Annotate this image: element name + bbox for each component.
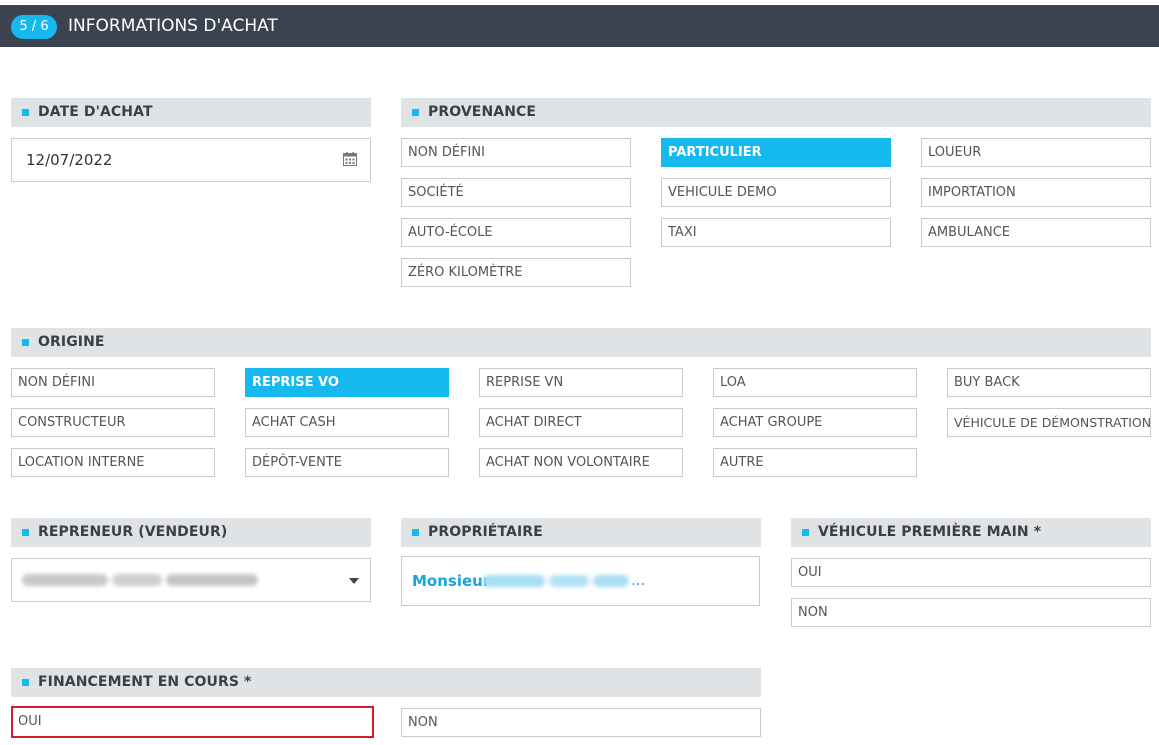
caret-down-icon[interactable] bbox=[349, 578, 359, 584]
section-label: REPRENEUR (VENDEUR) bbox=[38, 524, 228, 540]
origine-option-reprise-vo[interactable]: REPRISE VO bbox=[245, 368, 449, 397]
financement-option-non[interactable]: NON bbox=[401, 708, 761, 737]
provenance-option-ambulance[interactable]: AMBULANCE bbox=[921, 218, 1151, 247]
calendar-icon[interactable] bbox=[343, 152, 357, 166]
bullet-square-icon bbox=[22, 339, 29, 346]
provenance-option-zero-kilometre[interactable]: ZÉRO KILOMÈTRE bbox=[401, 258, 631, 287]
redacted-name bbox=[166, 574, 258, 586]
section-label: ORIGINE bbox=[38, 334, 105, 350]
redacted-owner-name bbox=[483, 575, 545, 587]
origine-option-location-interne[interactable]: LOCATION INTERNE bbox=[11, 448, 215, 477]
bullet-square-icon bbox=[22, 679, 29, 686]
owner-title: Monsieur bbox=[412, 572, 491, 590]
premiere-main-option-oui[interactable]: OUI bbox=[791, 558, 1151, 587]
origine-option-achat-cash[interactable]: ACHAT CASH bbox=[245, 408, 449, 437]
bullet-square-icon bbox=[22, 109, 29, 116]
origine-option-loa[interactable]: LOA bbox=[713, 368, 917, 397]
provenance-option-societe[interactable]: SOCIÉTÉ bbox=[401, 178, 631, 207]
origine-option-non-defini[interactable]: NON DÉFINI bbox=[11, 368, 215, 397]
section-label: FINANCEMENT EN COURS * bbox=[38, 674, 252, 690]
section-label: DATE D'ACHAT bbox=[38, 104, 153, 120]
section-origine: ORIGINE bbox=[11, 328, 1151, 357]
redacted-name bbox=[22, 574, 108, 586]
section-financement: FINANCEMENT EN COURS * bbox=[11, 668, 761, 697]
financement-option-oui[interactable]: OUI bbox=[11, 706, 374, 738]
section-label: PROVENANCE bbox=[428, 104, 537, 120]
bullet-square-icon bbox=[22, 529, 29, 536]
owner-ellipsis: ... bbox=[631, 571, 646, 589]
date-value: 12/07/2022 bbox=[26, 151, 113, 169]
section-premiere-main: VÉHICULE PREMIÈRE MAIN * bbox=[791, 518, 1151, 547]
origine-option-reprise-vn[interactable]: REPRISE VN bbox=[479, 368, 683, 397]
page-header: 5 / 6 INFORMATIONS D'ACHAT bbox=[0, 5, 1159, 47]
redacted-name bbox=[112, 574, 162, 586]
origine-option-achat-direct[interactable]: ACHAT DIRECT bbox=[479, 408, 683, 437]
repreneur-select[interactable] bbox=[11, 558, 371, 602]
origine-option-buy-back[interactable]: BUY BACK bbox=[947, 368, 1151, 397]
provenance-option-taxi[interactable]: TAXI bbox=[661, 218, 891, 247]
provenance-option-particulier[interactable]: PARTICULIER bbox=[661, 138, 891, 167]
bullet-square-icon bbox=[412, 529, 419, 536]
section-label: VÉHICULE PREMIÈRE MAIN * bbox=[818, 524, 1042, 540]
premiere-main-option-non[interactable]: NON bbox=[791, 598, 1151, 627]
provenance-option-importation[interactable]: IMPORTATION bbox=[921, 178, 1151, 207]
proprietaire-field[interactable]: Monsieur ... bbox=[401, 556, 760, 606]
step-indicator: 5 / 6 bbox=[11, 15, 57, 39]
provenance-option-vehicule-demo[interactable]: VEHICULE DEMO bbox=[661, 178, 891, 207]
origine-option-constructeur[interactable]: CONSTRUCTEUR bbox=[11, 408, 215, 437]
bullet-square-icon bbox=[412, 109, 419, 116]
bullet-square-icon bbox=[802, 529, 809, 536]
provenance-option-auto-ecole[interactable]: AUTO-ÉCOLE bbox=[401, 218, 631, 247]
section-provenance: PROVENANCE bbox=[401, 98, 1151, 127]
redacted-owner-name bbox=[549, 575, 589, 587]
section-label: PROPRIÉTAIRE bbox=[428, 524, 543, 540]
origine-option-achat-groupe[interactable]: ACHAT GROUPE bbox=[713, 408, 917, 437]
section-repreneur: REPRENEUR (VENDEUR) bbox=[11, 518, 371, 547]
provenance-option-loueur[interactable]: LOUEUR bbox=[921, 138, 1151, 167]
origine-option-autre[interactable]: AUTRE bbox=[713, 448, 917, 477]
redacted-owner-name bbox=[593, 575, 629, 587]
section-proprietaire: PROPRIÉTAIRE bbox=[401, 518, 761, 547]
page-title: INFORMATIONS D'ACHAT bbox=[68, 16, 278, 36]
origine-option-achat-non-volontaire[interactable]: ACHAT NON VOLONTAIRE bbox=[479, 448, 683, 477]
section-date-achat: DATE D'ACHAT bbox=[11, 98, 371, 127]
origine-option-vehicule-demonstration[interactable]: VÉHICULE DE DÉMONSTRATION bbox=[947, 408, 1151, 437]
origine-option-depot-vente[interactable]: DÉPÔT-VENTE bbox=[245, 448, 449, 477]
provenance-option-non-defini[interactable]: NON DÉFINI bbox=[401, 138, 631, 167]
date-achat-input[interactable]: 12/07/2022 bbox=[11, 138, 371, 182]
